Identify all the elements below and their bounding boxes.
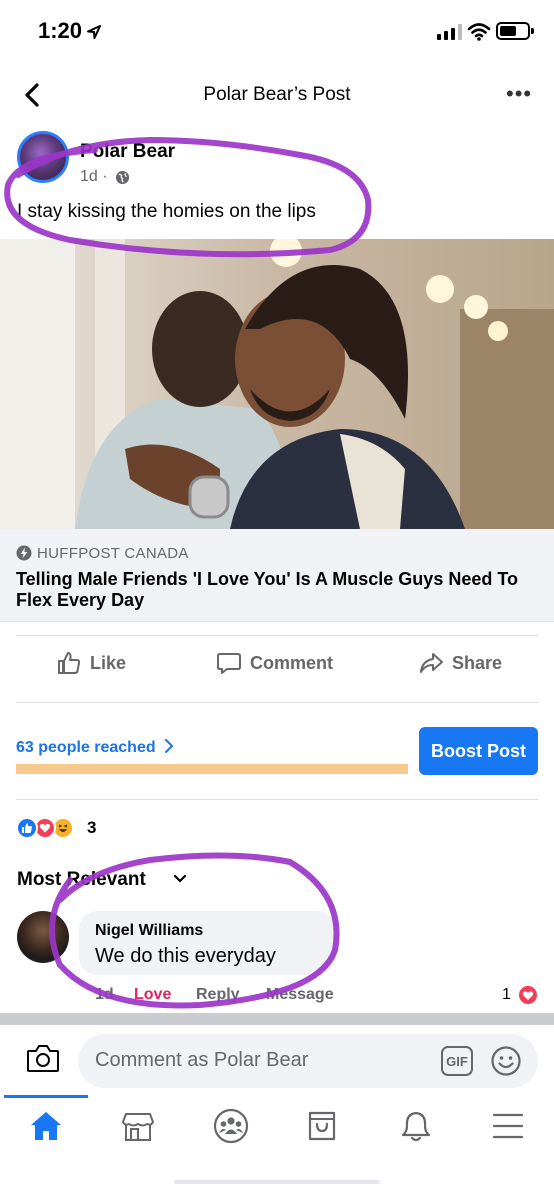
message-button[interactable]: Message bbox=[266, 986, 334, 1004]
share-arrow-icon bbox=[420, 653, 443, 673]
camera-icon[interactable] bbox=[26, 1043, 60, 1073]
groups-icon bbox=[213, 1108, 249, 1144]
bell-icon bbox=[401, 1111, 431, 1142]
home-icon bbox=[31, 1112, 61, 1140]
tab-home[interactable] bbox=[26, 1106, 66, 1146]
battery-icon bbox=[496, 22, 534, 40]
post-author[interactable]: Polar Bear bbox=[80, 141, 175, 163]
divider bbox=[16, 702, 538, 703]
comment-time: 1d bbox=[95, 986, 114, 1003]
reactions-summary[interactable] bbox=[16, 817, 74, 839]
love-reaction-button[interactable]: Love bbox=[134, 986, 171, 1004]
comment-reaction-count: 1 bbox=[502, 986, 511, 1003]
like-button[interactable]: Like bbox=[56, 650, 126, 676]
reaction-count: 3 bbox=[87, 818, 97, 837]
commenter-avatar[interactable] bbox=[17, 911, 69, 963]
page-title: Polar Bear’s Post bbox=[203, 84, 351, 105]
chevron-down-icon[interactable] bbox=[172, 873, 188, 885]
comment-sort-label[interactable]: Most Relevant bbox=[17, 869, 146, 891]
chevron-right-icon bbox=[165, 739, 174, 753]
commenter-name[interactable]: Nigel Williams bbox=[95, 922, 203, 940]
like-label: Like bbox=[90, 652, 127, 673]
wifi-icon bbox=[467, 23, 491, 41]
tab-menu[interactable] bbox=[488, 1106, 528, 1146]
comment-bubble-icon bbox=[217, 653, 241, 674]
signal-icon bbox=[437, 24, 462, 40]
share-button[interactable]: Share bbox=[418, 650, 502, 676]
divider bbox=[16, 799, 538, 800]
thumbs-up-icon bbox=[58, 652, 81, 674]
menu-icon bbox=[492, 1113, 524, 1139]
post-time[interactable]: 1d · bbox=[80, 168, 108, 186]
tab-marketplace[interactable] bbox=[118, 1106, 158, 1146]
love-reaction-icon[interactable] bbox=[517, 984, 539, 1006]
link-title[interactable]: Telling Male Friends 'I Love You' Is A M… bbox=[16, 569, 536, 611]
location-arrow-icon bbox=[87, 25, 101, 39]
tab-groups[interactable] bbox=[211, 1106, 251, 1146]
people-reached-text: 63 people reached bbox=[16, 739, 156, 756]
active-tab-indicator bbox=[4, 1095, 88, 1098]
people-reached-link[interactable]: 63 people reached bbox=[16, 739, 174, 757]
link-source: HUFFPOST CANADA bbox=[37, 545, 189, 562]
link-preview-image[interactable] bbox=[0, 239, 554, 529]
divider bbox=[16, 635, 538, 636]
status-time: 1:20 bbox=[38, 18, 83, 43]
home-indicator bbox=[174, 1180, 380, 1184]
author-avatar[interactable] bbox=[17, 131, 69, 183]
reach-progress-bar bbox=[16, 764, 408, 774]
globe-icon bbox=[115, 170, 130, 185]
more-options-button[interactable]: ••• bbox=[506, 83, 532, 105]
reply-button[interactable]: Reply bbox=[196, 986, 240, 1004]
comment-input-placeholder[interactable]: Comment as Polar Bear bbox=[95, 1049, 308, 1072]
tab-notifications[interactable] bbox=[396, 1106, 436, 1146]
comment-label: Comment bbox=[250, 652, 334, 673]
section-separator bbox=[0, 1013, 554, 1025]
post-text: I stay kissing the homies on the lips bbox=[17, 201, 316, 222]
shop-icon bbox=[308, 1111, 336, 1141]
boost-post-button[interactable]: Boost Post bbox=[419, 727, 538, 775]
tab-shop[interactable] bbox=[302, 1106, 342, 1146]
marketplace-icon bbox=[122, 1113, 154, 1141]
emoji-icon[interactable] bbox=[490, 1045, 522, 1077]
share-label: Share bbox=[452, 652, 503, 673]
comment-text: We do this everyday bbox=[95, 945, 276, 967]
lightning-icon bbox=[16, 545, 32, 561]
comment-button[interactable]: Comment bbox=[216, 650, 333, 676]
like-reaction-icon bbox=[16, 817, 38, 839]
gif-icon[interactable]: GIF bbox=[441, 1046, 473, 1076]
